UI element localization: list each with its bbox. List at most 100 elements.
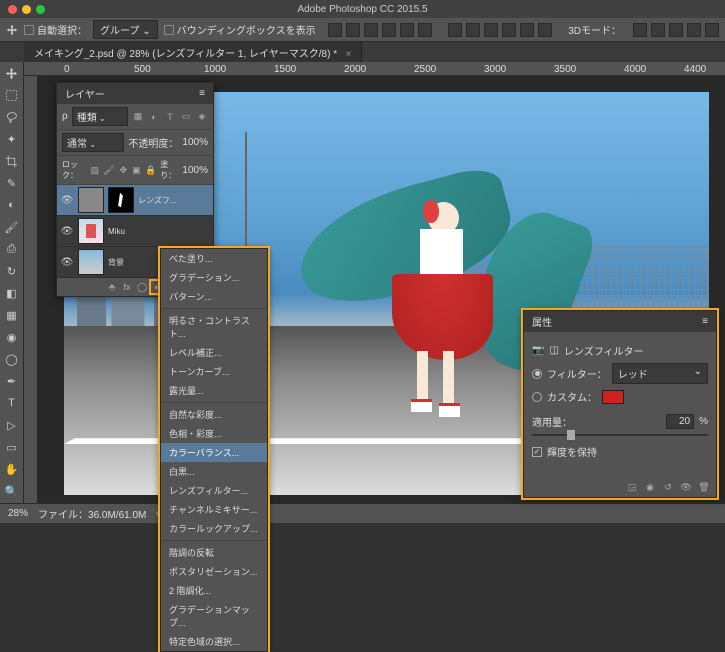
blur-tool[interactable]: ◉ <box>0 326 23 348</box>
align-icon[interactable] <box>328 23 342 37</box>
stamp-tool[interactable]: ⎙ <box>0 238 23 260</box>
distribute-icon[interactable] <box>502 23 516 37</box>
lock-artboard-icon[interactable]: ▣ <box>132 164 141 176</box>
align-icon[interactable] <box>418 23 432 37</box>
filter-smart-icon[interactable]: ◈ <box>196 111 208 123</box>
filter-pixel-icon[interactable]: ▦ <box>132 111 144 123</box>
adjustment-menu-item[interactable]: ポスタリゼーション... <box>161 562 267 581</box>
adjustment-menu-item[interactable]: 特定色域の選択... <box>161 632 267 651</box>
mode3d-icon[interactable] <box>687 23 701 37</box>
reset-icon[interactable]: ↺ <box>662 481 674 493</box>
visibility-icon[interactable]: 👁 <box>60 195 74 206</box>
adjustment-layer-menu[interactable]: べた塗り...グラデーション...パターン... 明るさ・コントラスト...レベル… <box>160 248 268 652</box>
distribute-icon[interactable] <box>520 23 534 37</box>
crop-tool[interactable] <box>0 150 23 172</box>
mode3d-icon[interactable] <box>705 23 719 37</box>
lock-all-icon[interactable]: 🔒 <box>145 164 156 176</box>
wand-tool[interactable]: ✦ <box>0 128 23 150</box>
shape-tool[interactable]: ▭ <box>0 436 23 458</box>
align-icon[interactable] <box>364 23 378 37</box>
adjustment-menu-item[interactable]: 露光量... <box>161 381 267 400</box>
distribute-icon[interactable] <box>538 23 552 37</box>
adjustment-menu-item[interactable]: べた塗り... <box>161 249 267 268</box>
adjustment-menu-item[interactable]: 白黒... <box>161 462 267 481</box>
zoom-level[interactable]: 28% <box>8 508 28 519</box>
layer-row[interactable]: 👁 Miku <box>57 216 213 247</box>
align-icon[interactable] <box>382 23 396 37</box>
layer-mask-thumb[interactable] <box>108 187 134 213</box>
eraser-tool[interactable]: ◧ <box>0 282 23 304</box>
heal-tool[interactable]: ◐ <box>0 194 23 216</box>
properties-panel[interactable]: 属性 ≡ 📷 ◫ レンズフィルター フィルター： レッド⌄ カスタム： 適用量：… <box>523 310 717 498</box>
adjustment-menu-item[interactable]: チャンネルミキサー... <box>161 500 267 519</box>
adjustment-menu-item[interactable]: パターン... <box>161 287 267 306</box>
adjustment-menu-item[interactable]: トーンカーブ... <box>161 362 267 381</box>
mode3d-icon[interactable] <box>651 23 665 37</box>
layer-thumb[interactable] <box>78 218 104 244</box>
lock-position-icon[interactable]: ✥ <box>119 164 128 176</box>
layer-mask-icon[interactable]: ◯ <box>136 281 148 293</box>
close-window-icon[interactable] <box>8 5 17 14</box>
layers-panel-tab[interactable]: レイヤー ≡ <box>57 83 213 104</box>
zoom-tool[interactable]: 🔍 <box>0 480 23 502</box>
blend-mode-select[interactable]: 通常 ⌄ <box>62 133 124 152</box>
hand-tool[interactable]: ✋ <box>0 458 23 480</box>
adjustment-menu-item[interactable]: 2 階調化... <box>161 581 267 600</box>
show-bbox-checkbox[interactable]: バウンディングボックスを表示 <box>164 22 316 37</box>
filter-kind-select[interactable]: 種類 ⌄ <box>72 107 128 126</box>
layer-thumb[interactable] <box>78 249 104 275</box>
panel-menu-icon[interactable]: ≡ <box>199 88 205 99</box>
visibility-icon[interactable]: 👁 <box>60 257 74 268</box>
layer-fx-icon[interactable]: fx <box>121 281 133 293</box>
distribute-icon[interactable] <box>448 23 462 37</box>
adjustment-menu-item[interactable]: 階調の反転 <box>161 543 267 562</box>
adjustment-menu-item[interactable]: レンズフィルター... <box>161 481 267 500</box>
filter-radio[interactable] <box>532 369 542 379</box>
marquee-tool[interactable] <box>0 84 23 106</box>
link-layers-icon[interactable]: ⬘ <box>106 281 118 293</box>
lock-transparency-icon[interactable]: ▨ <box>90 164 99 176</box>
gradient-tool[interactable]: ▦ <box>0 304 23 326</box>
adjustment-menu-item[interactable]: カラールックアップ... <box>161 519 267 538</box>
lasso-tool[interactable] <box>0 106 23 128</box>
distribute-icon[interactable] <box>484 23 498 37</box>
document-tab[interactable]: メイキング_2.psd @ 28% (レンズフィルター 1, レイヤーマスク/8… <box>24 42 362 63</box>
history-brush-tool[interactable]: ↻ <box>0 260 23 282</box>
brush-tool[interactable]: 🖌 <box>0 216 23 238</box>
visibility-icon[interactable]: 👁 <box>60 226 74 237</box>
custom-radio[interactable] <box>532 392 542 402</box>
opacity-value[interactable]: 100% <box>182 137 208 148</box>
mode3d-icon[interactable] <box>669 23 683 37</box>
align-icon[interactable] <box>346 23 360 37</box>
adjustment-menu-item[interactable]: 色相・彩度... <box>161 424 267 443</box>
density-slider[interactable] <box>532 434 708 436</box>
panel-menu-icon[interactable]: ≡ <box>702 316 708 327</box>
mode3d-icon[interactable] <box>633 23 647 37</box>
auto-select-checkbox[interactable]: 自動選択： <box>24 22 87 37</box>
pen-tool[interactable]: ✒ <box>0 370 23 392</box>
filter-select[interactable]: レッド⌄ <box>612 363 708 384</box>
filter-type-icon[interactable]: T <box>164 111 176 123</box>
preserve-luminosity-checkbox[interactable]: ✓ <box>532 447 542 457</box>
toggle-visibility-icon[interactable]: 👁 <box>680 481 692 493</box>
delete-adjustment-icon[interactable]: 🗑 <box>698 481 710 493</box>
adjustment-menu-item[interactable]: カラーバランス... <box>161 443 267 462</box>
density-value[interactable]: 20 <box>666 414 694 429</box>
distribute-icon[interactable] <box>466 23 480 37</box>
layer-row[interactable]: 👁 レンズフ... <box>57 185 213 216</box>
adjustment-menu-item[interactable]: 明るさ・コントラスト... <box>161 311 267 343</box>
layer-thumb[interactable] <box>78 187 104 213</box>
fill-value[interactable]: 100% <box>182 165 208 176</box>
adjustment-menu-item[interactable]: グラデーション... <box>161 268 267 287</box>
adjustment-menu-item[interactable]: レベル補正... <box>161 343 267 362</box>
minimize-window-icon[interactable] <box>22 5 31 14</box>
close-tab-icon[interactable]: × <box>346 49 352 60</box>
auto-select-target[interactable]: グループ ⌄ <box>93 20 158 39</box>
type-tool[interactable]: T <box>0 392 23 414</box>
color-swatch[interactable] <box>602 390 624 404</box>
filter-shape-icon[interactable]: ▭ <box>180 111 192 123</box>
align-icon[interactable] <box>400 23 414 37</box>
adjustment-menu-item[interactable]: グラデーションマップ... <box>161 600 267 632</box>
view-previous-icon[interactable]: ◉ <box>644 481 656 493</box>
path-tool[interactable]: ▷ <box>0 414 23 436</box>
